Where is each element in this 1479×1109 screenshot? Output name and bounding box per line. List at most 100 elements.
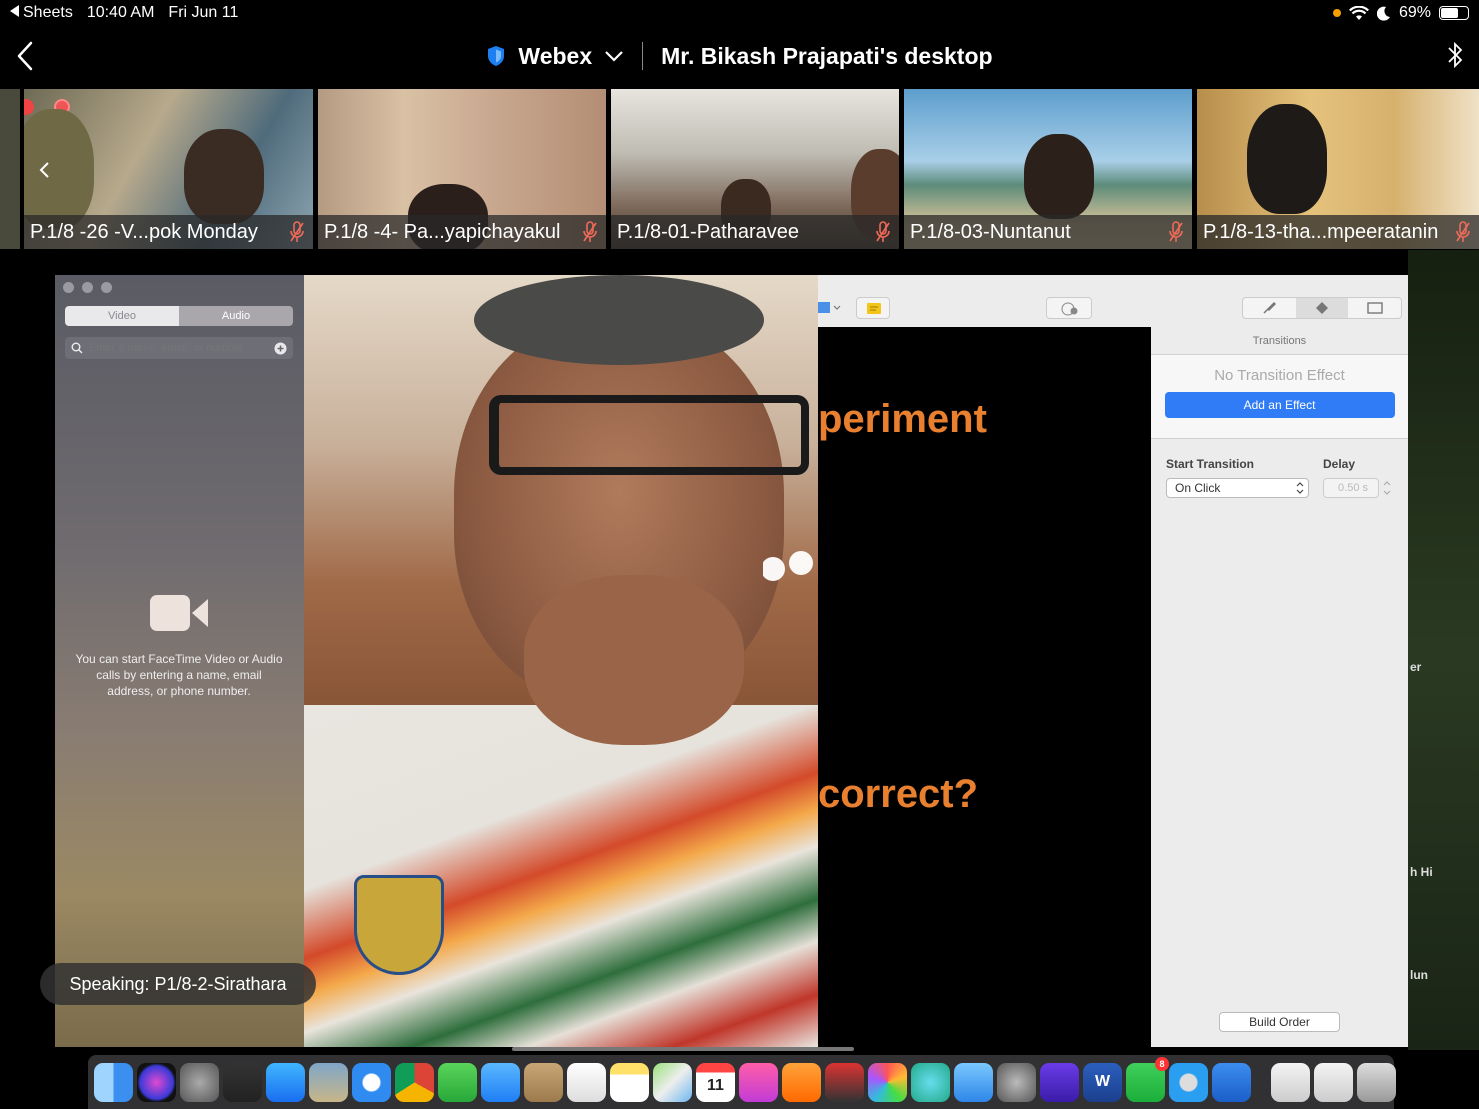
participant-tile[interactable]: P.1/8 -4- Pa...yapichayakul (318, 89, 606, 249)
presenter-hand (524, 575, 744, 745)
notes-icon[interactable] (610, 1062, 649, 1102)
inspector-title: Transitions (1151, 327, 1408, 355)
close-window-icon[interactable] (63, 282, 74, 293)
finder-icon[interactable] (94, 1062, 133, 1102)
facetime-icon[interactable] (438, 1062, 477, 1102)
shared-desktop-edge: er h Hi lun (1408, 250, 1479, 1050)
scroll-left-chevron-icon[interactable] (38, 161, 52, 179)
trash-icon[interactable] (1357, 1062, 1396, 1102)
keynote-toolbar (818, 275, 1408, 327)
add-contact-icon[interactable] (274, 342, 287, 355)
tab-video[interactable]: Video (65, 306, 179, 326)
presenter-video (304, 275, 818, 1047)
word-icon[interactable]: W (1083, 1062, 1122, 1102)
video-camera-icon (150, 595, 208, 631)
calendar-icon[interactable]: 11 (696, 1062, 735, 1102)
quicktime-icon[interactable] (1169, 1062, 1208, 1102)
photo-booth-icon[interactable] (223, 1062, 262, 1102)
battery-icon (1439, 6, 1469, 20)
app-store-icon[interactable] (266, 1062, 305, 1102)
tab-audio[interactable]: Audio (179, 306, 293, 326)
header-divider (642, 42, 644, 70)
app-switcher[interactable]: Webex (518, 43, 592, 70)
status-bar: Sheets 10:40 AM Fri Jun 11 69% (0, 0, 1479, 28)
delay-value: 0.50 s (1338, 482, 1368, 494)
participant-name: P.1/8 -4- Pa...yapichayakul (324, 220, 561, 243)
participant-tile[interactable]: P.1/8-01-Patharavee (611, 89, 899, 249)
photo-slideshow-icon[interactable] (825, 1062, 864, 1102)
minimize-window-icon[interactable] (82, 282, 93, 293)
participant-tile-partial[interactable] (0, 89, 20, 249)
comment-icon (867, 303, 881, 314)
date: Fri Jun 11 (168, 4, 239, 21)
active-speaker-badge: Speaking: P1/8-2-Sirathara (40, 963, 316, 1005)
preview-icon[interactable] (309, 1062, 348, 1102)
slide-canvas[interactable]: periment correct? (763, 327, 1151, 1047)
launchpad-icon[interactable] (180, 1062, 219, 1102)
chrome-icon[interactable] (395, 1062, 434, 1102)
participant-tile[interactable]: P.1/8-03-Nuntanut (904, 89, 1192, 249)
add-effect-button[interactable]: Add an Effect (1164, 392, 1395, 418)
safari-icon[interactable] (352, 1062, 391, 1102)
facetime-mode-toggle: Video Audio (65, 306, 293, 326)
imovie-icon[interactable] (1040, 1062, 1079, 1102)
facetime-hint: You can start FaceTime Video or Audio ca… (75, 652, 283, 698)
music-icon[interactable] (739, 1062, 778, 1102)
bluetooth-icon[interactable] (1447, 40, 1463, 70)
back-triangle-icon (10, 5, 19, 17)
participant-nameplate: P.1/8-03-Nuntanut (904, 215, 1192, 249)
delay-stepper-icon[interactable] (1383, 479, 1391, 497)
participant-nameplate: P.1/8 -4- Pa...yapichayakul (318, 215, 606, 249)
chevron-down-icon[interactable] (604, 49, 624, 63)
share-scroll-indicator[interactable] (512, 1047, 854, 1051)
participant-tile[interactable]: P.1/8-13-tha...mpeeratanin (1197, 89, 1479, 249)
screenshot-stack-icon[interactable] (1314, 1062, 1353, 1102)
keynote-icon[interactable] (1212, 1062, 1251, 1102)
collaborate-button[interactable] (1046, 297, 1092, 319)
start-transition-value: On Click (1175, 481, 1221, 495)
start-transition-select[interactable]: On Click (1166, 478, 1309, 498)
no-transition-label: No Transition Effect (1214, 367, 1345, 384)
system-preferences-icon[interactable] (997, 1062, 1036, 1102)
back-to-app[interactable]: Sheets (10, 4, 73, 22)
clock: 10:40 AM (86, 4, 155, 21)
reminders-icon[interactable] (567, 1062, 606, 1102)
animate-diamond-icon (1316, 302, 1328, 314)
start-transition-label: Start Transition (1166, 457, 1255, 471)
siri-icon[interactable] (137, 1062, 176, 1102)
participant-tile[interactable]: P.1/8 -26 -V...pok Monday (24, 89, 313, 249)
participant-name: P.1/8-13-tha...mpeeratanin (1203, 220, 1439, 243)
shared-screen[interactable]: Video Audio You can start FaceTime Video… (55, 275, 1408, 1047)
zoom-window-icon[interactable] (101, 282, 112, 293)
view-menu-icon[interactable] (818, 301, 842, 315)
line-icon[interactable]: 8 (1126, 1056, 1169, 1102)
delay-field[interactable]: 0.50 s (1323, 478, 1379, 498)
slide-text: periment (818, 397, 987, 441)
muted-mic-icon (583, 221, 597, 242)
participant-person (1247, 104, 1327, 214)
room-lights (763, 551, 813, 581)
participant-nameplate: P.1/8 -26 -V...pok Monday (24, 215, 313, 249)
moon-icon (1376, 6, 1390, 21)
build-order-button[interactable]: Build Order (1219, 1012, 1340, 1032)
books-icon[interactable] (782, 1062, 821, 1102)
search-input[interactable] (89, 342, 268, 354)
downloads-stack-icon[interactable] (1271, 1062, 1310, 1102)
animate-tab[interactable] (1295, 298, 1349, 318)
maps-icon[interactable] (653, 1062, 692, 1102)
comment-button[interactable] (856, 297, 890, 319)
search-icon (71, 342, 83, 354)
messages-icon[interactable] (481, 1062, 520, 1102)
participant-strip[interactable]: P.1/8 -26 -V...pok Monday P.1/8 -4- Pa..… (0, 89, 1479, 249)
battery-fill (1441, 8, 1459, 18)
photos-icon[interactable] (868, 1062, 907, 1102)
document-icon (1366, 302, 1383, 314)
testflight-icon[interactable] (954, 1062, 993, 1102)
select-arrows-icon (1296, 482, 1304, 494)
document-tab[interactable] (1348, 298, 1401, 318)
contacts-icon[interactable] (524, 1062, 563, 1102)
migration-icon[interactable] (911, 1062, 950, 1102)
format-tab[interactable] (1243, 298, 1296, 318)
desktop-edge-text: lun (1410, 968, 1428, 982)
desktop-edge-text: h Hi (1410, 865, 1433, 879)
